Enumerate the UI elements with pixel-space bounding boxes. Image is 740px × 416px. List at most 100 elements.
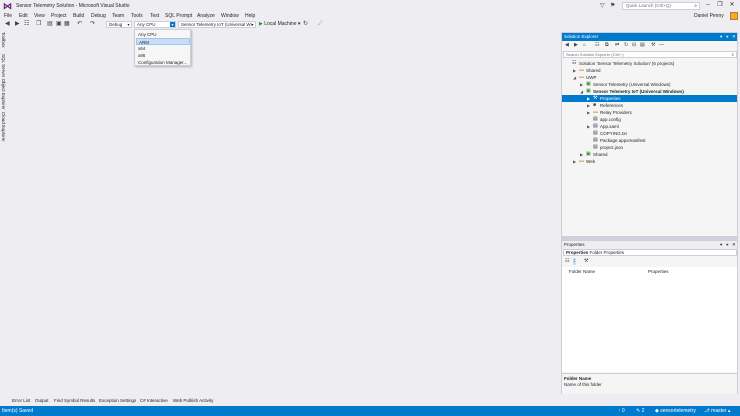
- tab-error-list[interactable]: Error List: [12, 397, 30, 404]
- user-name[interactable]: Daniel Penny: [694, 12, 724, 20]
- pin-icon[interactable]: ⌖: [726, 241, 729, 249]
- property-name-cell[interactable]: Folder Name: [569, 269, 595, 275]
- menu-team[interactable]: Team: [112, 12, 124, 20]
- tree-item[interactable]: ▶ ▣ Sensor Telemetry (Universal Windows): [562, 81, 737, 88]
- menu-window[interactable]: Window: [221, 12, 239, 20]
- preview-icon[interactable]: —: [659, 42, 664, 49]
- menu-file[interactable]: File: [4, 12, 12, 20]
- new-project-icon[interactable]: ❐: [36, 21, 41, 28]
- save-all-icon[interactable]: ▦: [64, 21, 70, 28]
- menu-analyze[interactable]: Analyze: [197, 12, 215, 20]
- menu-help[interactable]: Help: [245, 12, 255, 20]
- property-value-cell[interactable]: Properties: [648, 269, 669, 275]
- tab-output[interactable]: Output: [35, 397, 49, 404]
- tab-exception-settings[interactable]: Exception Settings: [99, 397, 136, 404]
- home-icon[interactable]: ⌂: [583, 42, 586, 49]
- publish-count[interactable]: ↑ 0: [618, 406, 625, 416]
- solution-configuration-combo[interactable]: Debug ▾: [106, 21, 132, 28]
- tree-item[interactable]: ▶ ▬ Shared: [562, 67, 737, 74]
- close-icon[interactable]: ✕: [732, 33, 736, 41]
- undo-icon[interactable]: ↶: [77, 21, 82, 28]
- tab-web-publish-activity[interactable]: Web Publish Activity: [173, 397, 213, 404]
- tree-item[interactable]: ▤ COPYING.txt: [562, 130, 737, 137]
- tree-item[interactable]: ▶ ■ References: [562, 102, 737, 109]
- properties-icon[interactable]: ⚒: [651, 42, 655, 49]
- window-position-icon[interactable]: ▾: [720, 33, 722, 41]
- menu-edit[interactable]: Edit: [19, 12, 28, 20]
- refresh-icon[interactable]: ↻: [624, 42, 628, 49]
- sync-icon[interactable]: ⇄: [615, 42, 619, 49]
- close-icon[interactable]: ✕: [732, 241, 736, 249]
- tree-item[interactable]: ▤ project.json: [562, 144, 737, 151]
- tree-item[interactable]: ▶ ▬ Relay Providers: [562, 109, 737, 116]
- forward-icon[interactable]: ▶: [574, 42, 578, 49]
- platform-option-any-cpu[interactable]: Any CPU: [136, 31, 190, 38]
- configuration-manager-option[interactable]: Configuration Manager...: [136, 59, 190, 66]
- feedback-icon[interactable]: ⚑: [610, 2, 615, 9]
- tree-item[interactable]: ◢ ▬ UWP: [562, 74, 737, 81]
- tab-csharp-interactive[interactable]: C# Interactive: [140, 397, 168, 404]
- filter-icon[interactable]: ▽: [600, 2, 605, 9]
- collapse-all-icon[interactable]: ⊟: [632, 42, 636, 49]
- expander-icon[interactable]: ◢: [580, 88, 583, 95]
- minimize-button[interactable]: –: [703, 1, 713, 10]
- menu-debug[interactable]: Debug: [91, 12, 106, 20]
- expander-icon[interactable]: ▶: [580, 151, 583, 158]
- tree-item[interactable]: ▤ Package.appxmanifest: [562, 137, 737, 144]
- menu-tools[interactable]: Tools: [131, 12, 143, 20]
- back-icon[interactable]: ◀: [5, 21, 10, 28]
- menu-sql-prompt[interactable]: SQL Prompt: [165, 12, 192, 20]
- tree-item[interactable]: ▤ app.config: [562, 116, 737, 123]
- expander-icon[interactable]: ◢: [573, 74, 576, 81]
- refresh-icon[interactable]: ↻: [303, 21, 308, 28]
- categorized-icon[interactable]: ☷: [565, 258, 569, 265]
- menu-build[interactable]: Build: [73, 12, 84, 20]
- tree-item[interactable]: ▶ ⚒ Properties: [562, 95, 737, 102]
- close-button[interactable]: ✕: [727, 1, 737, 10]
- expander-icon[interactable]: ▶: [587, 102, 590, 109]
- window-position-icon[interactable]: ▾: [720, 241, 722, 249]
- expander-icon[interactable]: ▶: [587, 123, 590, 130]
- expander-icon[interactable]: ▶: [580, 81, 583, 88]
- expander-icon[interactable]: ▶: [587, 95, 590, 102]
- save-icon[interactable]: ▣: [56, 21, 62, 28]
- pending-changes-filter-icon[interactable]: ⧉: [605, 42, 609, 49]
- repository-name[interactable]: ◆ sensortelemetry: [655, 406, 696, 416]
- expander-icon[interactable]: ▶: [573, 67, 576, 74]
- properties-object-selector[interactable]: Properties Folder Properties: [563, 249, 737, 256]
- tab-cloud-explorer[interactable]: Cloud Explorer: [1, 112, 6, 142]
- menu-project[interactable]: Project: [51, 12, 67, 20]
- property-pages-icon[interactable]: ⚒: [584, 258, 588, 265]
- startup-project-combo[interactable]: Sensor Telemetry IoT (Universal Wi ▾: [178, 21, 256, 28]
- tab-sql-server-object-explorer[interactable]: SQL Server Object Explorer: [1, 54, 6, 110]
- pending-edits[interactable]: ✎ 2: [636, 406, 644, 416]
- quick-launch-input[interactable]: Quick Launch (Ctrl+Q) ⌕: [622, 2, 700, 10]
- tab-find-symbol-results[interactable]: Find Symbol Results: [54, 397, 95, 404]
- maximize-button[interactable]: ❐: [715, 1, 725, 10]
- back-icon[interactable]: ◀: [565, 42, 569, 49]
- pin-icon[interactable]: ⌖: [726, 33, 729, 41]
- alphabetical-icon[interactable]: ↕: [573, 258, 576, 265]
- start-debugging-button[interactable]: ▶ Local Machine ▾: [259, 21, 300, 28]
- menu-test[interactable]: Test: [150, 12, 159, 20]
- browser-link-icon[interactable]: ☄: [318, 21, 323, 28]
- menu-view[interactable]: View: [34, 12, 45, 20]
- expander-icon[interactable]: ▶: [573, 158, 576, 165]
- switch-views-icon[interactable]: ☷: [595, 42, 599, 49]
- platform-option-x86[interactable]: x86: [136, 52, 190, 59]
- tree-item[interactable]: ☷ Solution 'Sensor Telemetry Solution' (6…: [562, 60, 737, 67]
- tree-item[interactable]: ▶ ▬ Web: [562, 158, 737, 165]
- forward-icon[interactable]: ▶: [15, 21, 20, 28]
- branch-name[interactable]: ⎇ master ▴: [704, 406, 730, 416]
- solution-platform-combo[interactable]: Any CPU ▾: [134, 21, 176, 28]
- redo-icon[interactable]: ↷: [90, 21, 95, 28]
- tree-item[interactable]: ▶ ▤ App.xaml: [562, 123, 737, 130]
- platform-option-x64[interactable]: x64: [136, 45, 190, 52]
- tab-toolbox[interactable]: Toolbox: [1, 32, 6, 48]
- solution-icon[interactable]: ☷: [24, 21, 29, 28]
- platform-option-arm[interactable]: ARM: [136, 38, 190, 45]
- avatar[interactable]: [730, 12, 738, 20]
- tree-item[interactable]: ◢ ▣ Sensor Telemetry IoT (Universal Window…: [562, 88, 737, 95]
- tree-item[interactable]: ▶ ▣ Shared: [562, 151, 737, 158]
- expander-icon[interactable]: ▶: [587, 109, 590, 116]
